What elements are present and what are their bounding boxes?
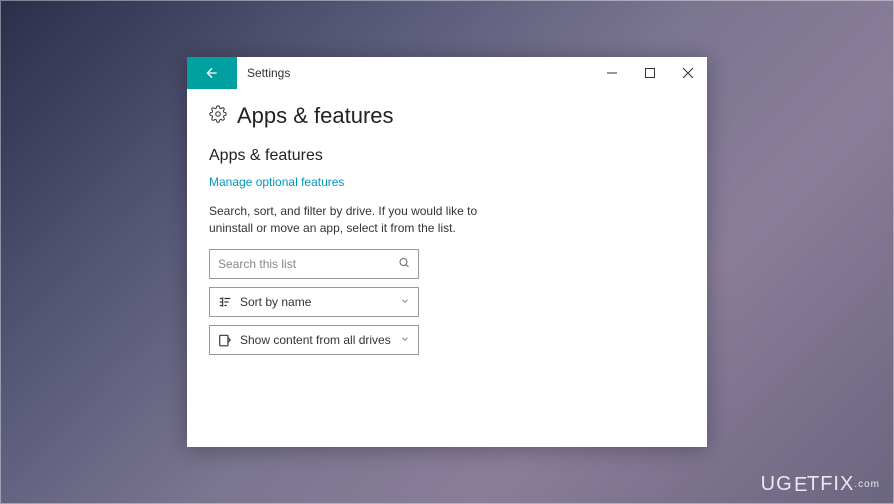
section-title: Apps & features: [209, 147, 685, 165]
page-title: Apps & features: [237, 103, 394, 129]
search-input-container[interactable]: [209, 249, 419, 279]
window-controls: [593, 57, 707, 89]
sort-icon: [218, 295, 232, 309]
back-button[interactable]: [187, 57, 237, 89]
filter-label: Show content from all drives: [240, 333, 391, 347]
minimize-icon: [607, 68, 617, 78]
watermark: UGƎTFIX.com: [761, 473, 880, 496]
sort-dropdown[interactable]: Sort by name: [209, 287, 419, 317]
description-text: Search, sort, and filter by drive. If yo…: [209, 203, 519, 237]
filter-dropdown[interactable]: Show content from all drives: [209, 325, 419, 355]
maximize-button[interactable]: [631, 57, 669, 89]
drive-icon: [218, 333, 232, 347]
chevron-down-icon: [400, 295, 410, 309]
close-icon: [683, 68, 693, 78]
search-icon: [398, 256, 410, 271]
page-header: Apps & features: [209, 103, 685, 129]
search-input[interactable]: [218, 257, 410, 271]
settings-window: Settings Apps & features Apps & features…: [187, 57, 707, 447]
manage-optional-features-link[interactable]: Manage optional features: [209, 175, 344, 189]
chevron-down-icon: [400, 333, 410, 347]
titlebar: Settings: [187, 57, 707, 89]
window-title: Settings: [237, 57, 593, 89]
maximize-icon: [645, 68, 655, 78]
content-area: Apps & features Apps & features Manage o…: [187, 89, 707, 377]
gear-icon: [209, 105, 227, 128]
arrow-left-icon: [204, 65, 220, 81]
sort-label: Sort by name: [240, 295, 311, 309]
close-button[interactable]: [669, 57, 707, 89]
minimize-button[interactable]: [593, 57, 631, 89]
